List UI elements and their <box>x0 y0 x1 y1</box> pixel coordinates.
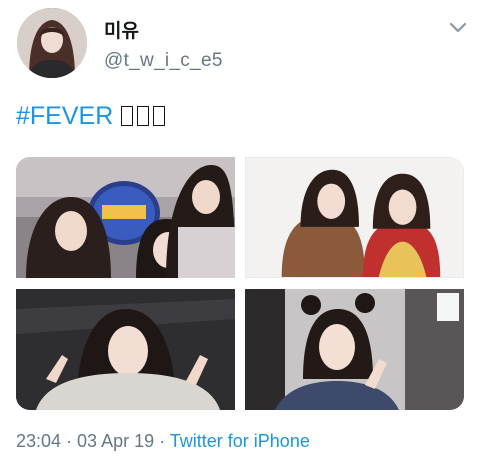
missing-glyphs <box>113 102 166 130</box>
hashtag-link[interactable]: #FEVER <box>16 102 113 130</box>
user-handle[interactable]: @t_w_i_c_e5 <box>104 50 223 72</box>
separator: · <box>154 431 170 451</box>
chevron-down-icon[interactable] <box>448 20 468 36</box>
media-photo[interactable] <box>16 157 235 278</box>
media-photo[interactable] <box>16 289 235 410</box>
tweet-text: #FEVER <box>16 100 166 132</box>
source-link[interactable]: Twitter for iPhone <box>170 431 310 451</box>
tweet-meta: 23:04 · 03 Apr 19 · Twitter for iPhone <box>16 431 310 452</box>
tweet-date[interactable]: 03 Apr 19 <box>77 431 154 451</box>
missing-glyph <box>121 106 134 126</box>
missing-glyph <box>137 106 150 126</box>
tweet-time[interactable]: 23:04 <box>16 431 61 451</box>
media-photo[interactable] <box>245 289 464 410</box>
missing-glyph <box>153 106 166 126</box>
display-name[interactable]: 미유 <box>104 16 139 43</box>
media-photo[interactable] <box>245 157 464 278</box>
media-grid <box>16 157 464 410</box>
separator: · <box>61 431 78 451</box>
avatar[interactable] <box>17 8 87 78</box>
